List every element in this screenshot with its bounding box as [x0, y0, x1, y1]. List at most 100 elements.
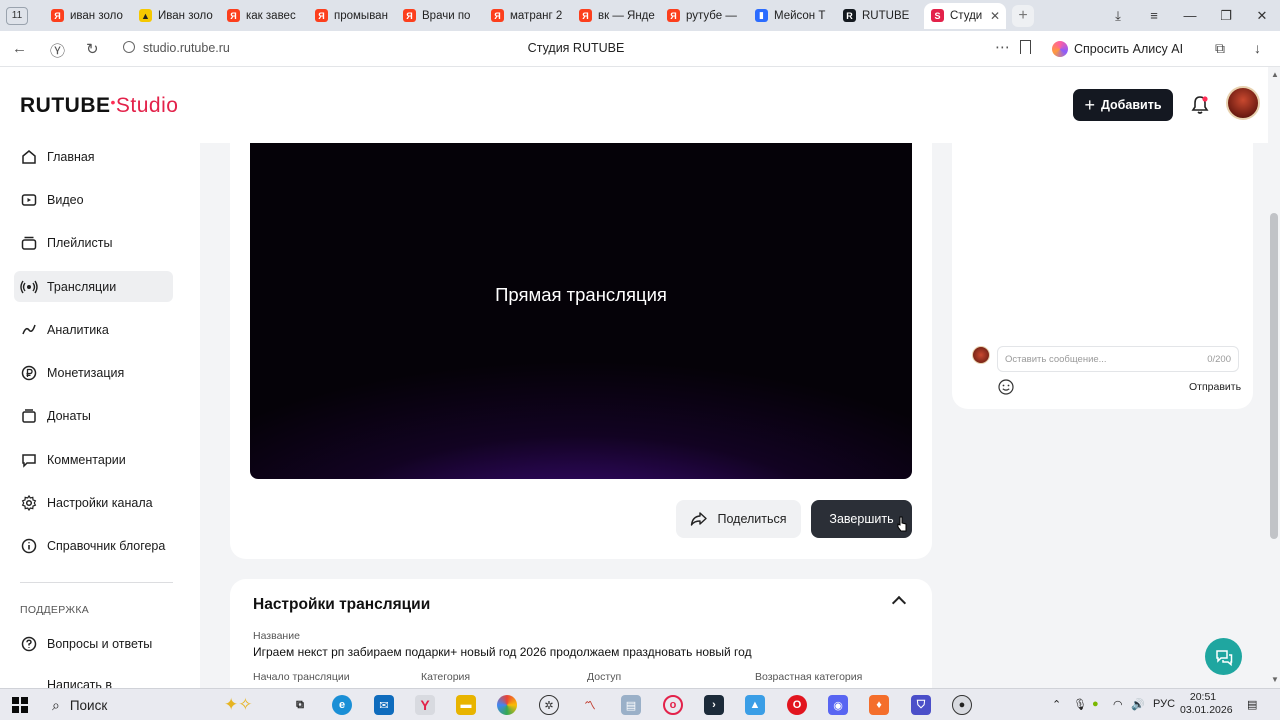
- alice-button[interactable]: Спросить Алису AI: [1048, 36, 1191, 62]
- plus-icon: +: [1084, 94, 1095, 115]
- emoji-icon[interactable]: [998, 379, 1014, 395]
- tab-label: как завес: [246, 9, 296, 22]
- taskbar-search-label: Поиск: [69, 697, 108, 713]
- stream-preview-card: Прямая трансляция Поделиться Завершить: [230, 143, 932, 559]
- microphone-icon[interactable]: 🎙: [1073, 698, 1087, 711]
- browser-tab[interactable]: ▲ Иван золо: [132, 3, 220, 29]
- close-tab-icon[interactable]: ✕: [990, 9, 1000, 23]
- edge-icon[interactable]: e: [332, 695, 352, 715]
- browser-tab-active[interactable]: S Студи ✕: [924, 2, 1006, 29]
- scroll-up-icon[interactable]: ▲: [1271, 70, 1279, 79]
- sidebar-item-contact[interactable]: Написать в: [14, 670, 173, 690]
- more-icon[interactable]: ⋯: [995, 38, 1010, 56]
- shield-app-icon[interactable]: ⛉: [911, 695, 931, 715]
- sidebar-item-label: Донаты: [47, 408, 91, 423]
- page-scrollbar[interactable]: ▲ ▼: [1268, 67, 1280, 688]
- browser-tab[interactable]: R RUTUBE: [836, 3, 924, 29]
- sidebar-item-video[interactable]: Видео: [14, 184, 173, 215]
- yandex-icon: Я: [579, 9, 592, 22]
- brave-icon[interactable]: ♦: [869, 695, 889, 715]
- send-message-button[interactable]: Отправить: [1189, 381, 1241, 393]
- browser-tab[interactable]: Ярутубе —: [660, 3, 748, 29]
- taskbar-clock[interactable]: 20:51 03.01.2026: [1180, 691, 1233, 717]
- browser-tab[interactable]: Явк — Янде: [572, 3, 660, 29]
- wifi-icon[interactable]: ◠: [1113, 698, 1123, 711]
- tab-label: промыван: [334, 9, 388, 22]
- new-tab-button[interactable]: +: [1012, 4, 1034, 27]
- tray-overflow-icon[interactable]: ⌃: [1052, 698, 1061, 711]
- comment-icon: [20, 451, 38, 469]
- bookmark-icon[interactable]: [1020, 40, 1031, 54]
- sidebar-item-broadcasts[interactable]: Трансляции: [14, 271, 173, 302]
- terminal-icon[interactable]: ›: [704, 695, 724, 715]
- minimize-icon[interactable]: —: [1172, 8, 1208, 23]
- browser-tab[interactable]: Яиван золо: [44, 3, 132, 29]
- add-button[interactable]: + Добавить: [1073, 89, 1173, 121]
- stream-settings-card: Настройки трансляции Название Играем нек…: [230, 579, 932, 699]
- broadcast-icon: [20, 278, 38, 296]
- github-icon[interactable]: ●: [952, 695, 972, 715]
- tab-count-button[interactable]: 11: [6, 6, 28, 25]
- sidebar-item-analytics[interactable]: Аналитика: [14, 314, 173, 345]
- app-tray-icon[interactable]: ●: [1092, 698, 1099, 710]
- age-rating-label: Возрастная категория: [755, 671, 863, 683]
- scrollbar-thumb[interactable]: [1270, 213, 1278, 539]
- tab-label: Врачи по: [422, 9, 471, 22]
- browser-tab[interactable]: Якак завес: [220, 3, 308, 29]
- studio-header: RUTUBE•Studio + Добавить: [0, 67, 1268, 143]
- notifications-icon[interactable]: ▤: [1247, 698, 1257, 711]
- player-title: Прямая трансляция: [495, 284, 667, 305]
- chat-message-input[interactable]: Оставить сообщение... 0/200: [997, 346, 1239, 372]
- share-button[interactable]: Поделиться: [676, 500, 801, 538]
- tab-label: матранг 2: [510, 9, 563, 22]
- chevron-up-icon[interactable]: [891, 595, 907, 611]
- windows-start-icon[interactable]: [12, 697, 28, 713]
- sidebar-item-comments[interactable]: Комментарии: [14, 444, 173, 475]
- address-bar: ← Ⓨ ↻ studio.rutube.ru Студия RUTUBE ⋯ С…: [0, 31, 1280, 67]
- chart-app-icon[interactable]: 〽: [580, 695, 600, 715]
- download-icon[interactable]: ↓: [1254, 40, 1261, 56]
- rutube-studio-logo[interactable]: RUTUBE•Studio: [20, 94, 178, 118]
- yandex-browser-icon[interactable]: Y: [415, 695, 435, 715]
- sidebar-item-home[interactable]: Главная: [14, 141, 173, 172]
- close-icon[interactable]: ✕: [1244, 8, 1280, 24]
- photo-app-icon[interactable]: ▲: [745, 695, 765, 715]
- sidebar-item-faq[interactable]: Вопросы и ответы: [14, 628, 173, 659]
- sidebar-item-label: Справочник блогера: [47, 538, 166, 553]
- file-explorer-icon[interactable]: ▬: [456, 695, 476, 715]
- ruble-icon: [20, 364, 38, 382]
- restore-icon[interactable]: ❐: [1208, 8, 1244, 24]
- browser-tab[interactable]: Я Врачи по: [396, 3, 484, 29]
- sidebar-item-monetization[interactable]: Монетизация: [14, 357, 173, 388]
- opera-gx-icon[interactable]: o: [663, 695, 683, 715]
- tab-label: рутубе —: [686, 9, 737, 22]
- opera-icon[interactable]: O: [787, 695, 807, 715]
- notepad-icon[interactable]: ▤: [621, 695, 641, 715]
- browser-tab[interactable]: ▮ Мейсон Т: [748, 3, 836, 29]
- support-chat-button[interactable]: [1205, 638, 1242, 675]
- browser-tab[interactable]: Яматранг 2: [484, 3, 572, 29]
- volume-icon[interactable]: 🔊: [1131, 698, 1145, 711]
- sidebar-item-playlists[interactable]: Плейлисты: [14, 227, 173, 258]
- scroll-down-icon[interactable]: ▼: [1271, 675, 1279, 684]
- task-view-icon[interactable]: ⧉: [290, 695, 310, 715]
- avatar[interactable]: [1226, 86, 1260, 120]
- bell-icon[interactable]: [1190, 95, 1210, 115]
- sidebar-item-channel-settings[interactable]: Настройки канала: [14, 487, 173, 518]
- discord-icon[interactable]: ◉: [828, 695, 848, 715]
- yandex-smile-icon: ▲: [139, 9, 152, 22]
- language-indicator[interactable]: РУС: [1153, 698, 1175, 710]
- yandex-icon: Я: [667, 9, 680, 22]
- sidebar-item-blogger-guide[interactable]: Справочник блогера: [14, 530, 173, 561]
- stream-name-value: Играем некст рп забираем подарки+ новый …: [253, 645, 752, 659]
- sparkle-icon[interactable]: ✦✧: [224, 695, 253, 715]
- menu-icon[interactable]: ≡: [1136, 8, 1172, 23]
- downloads-icon[interactable]: ⤓: [1100, 8, 1136, 24]
- browser-tab[interactable]: Япромыван: [308, 3, 396, 29]
- settings-app-icon[interactable]: ✲: [539, 695, 559, 715]
- outlook-icon[interactable]: ✉: [374, 695, 394, 715]
- chrome-icon[interactable]: [497, 695, 517, 715]
- video-player[interactable]: Прямая трансляция: [250, 143, 912, 479]
- extensions-icon[interactable]: ⧉: [1215, 40, 1225, 57]
- sidebar-item-donations[interactable]: Донаты: [14, 400, 173, 431]
